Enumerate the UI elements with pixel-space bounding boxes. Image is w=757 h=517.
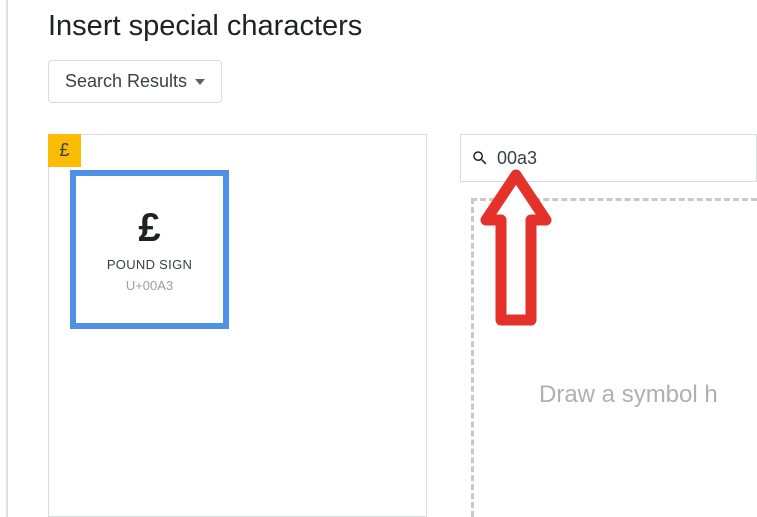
character-codepoint: U+00A3: [126, 278, 173, 293]
character-chip[interactable]: £: [48, 134, 81, 167]
category-dropdown[interactable]: Search Results: [48, 60, 222, 103]
character-preview-card[interactable]: £ POUND SIGN U+00A3: [70, 170, 229, 329]
draw-placeholder: Draw a symbol h: [539, 381, 718, 409]
dropdown-label: Search Results: [65, 71, 187, 92]
draw-panel[interactable]: Draw a symbol h: [471, 198, 757, 517]
chevron-down-icon: [195, 79, 205, 85]
search-icon: [471, 149, 489, 167]
search-input[interactable]: [497, 148, 746, 169]
search-box[interactable]: [460, 134, 757, 182]
dialog-title: Insert special characters: [48, 10, 362, 43]
character-glyph: £: [138, 206, 160, 251]
character-name: POUND SIGN: [107, 257, 192, 272]
left-divider: [6, 0, 8, 517]
